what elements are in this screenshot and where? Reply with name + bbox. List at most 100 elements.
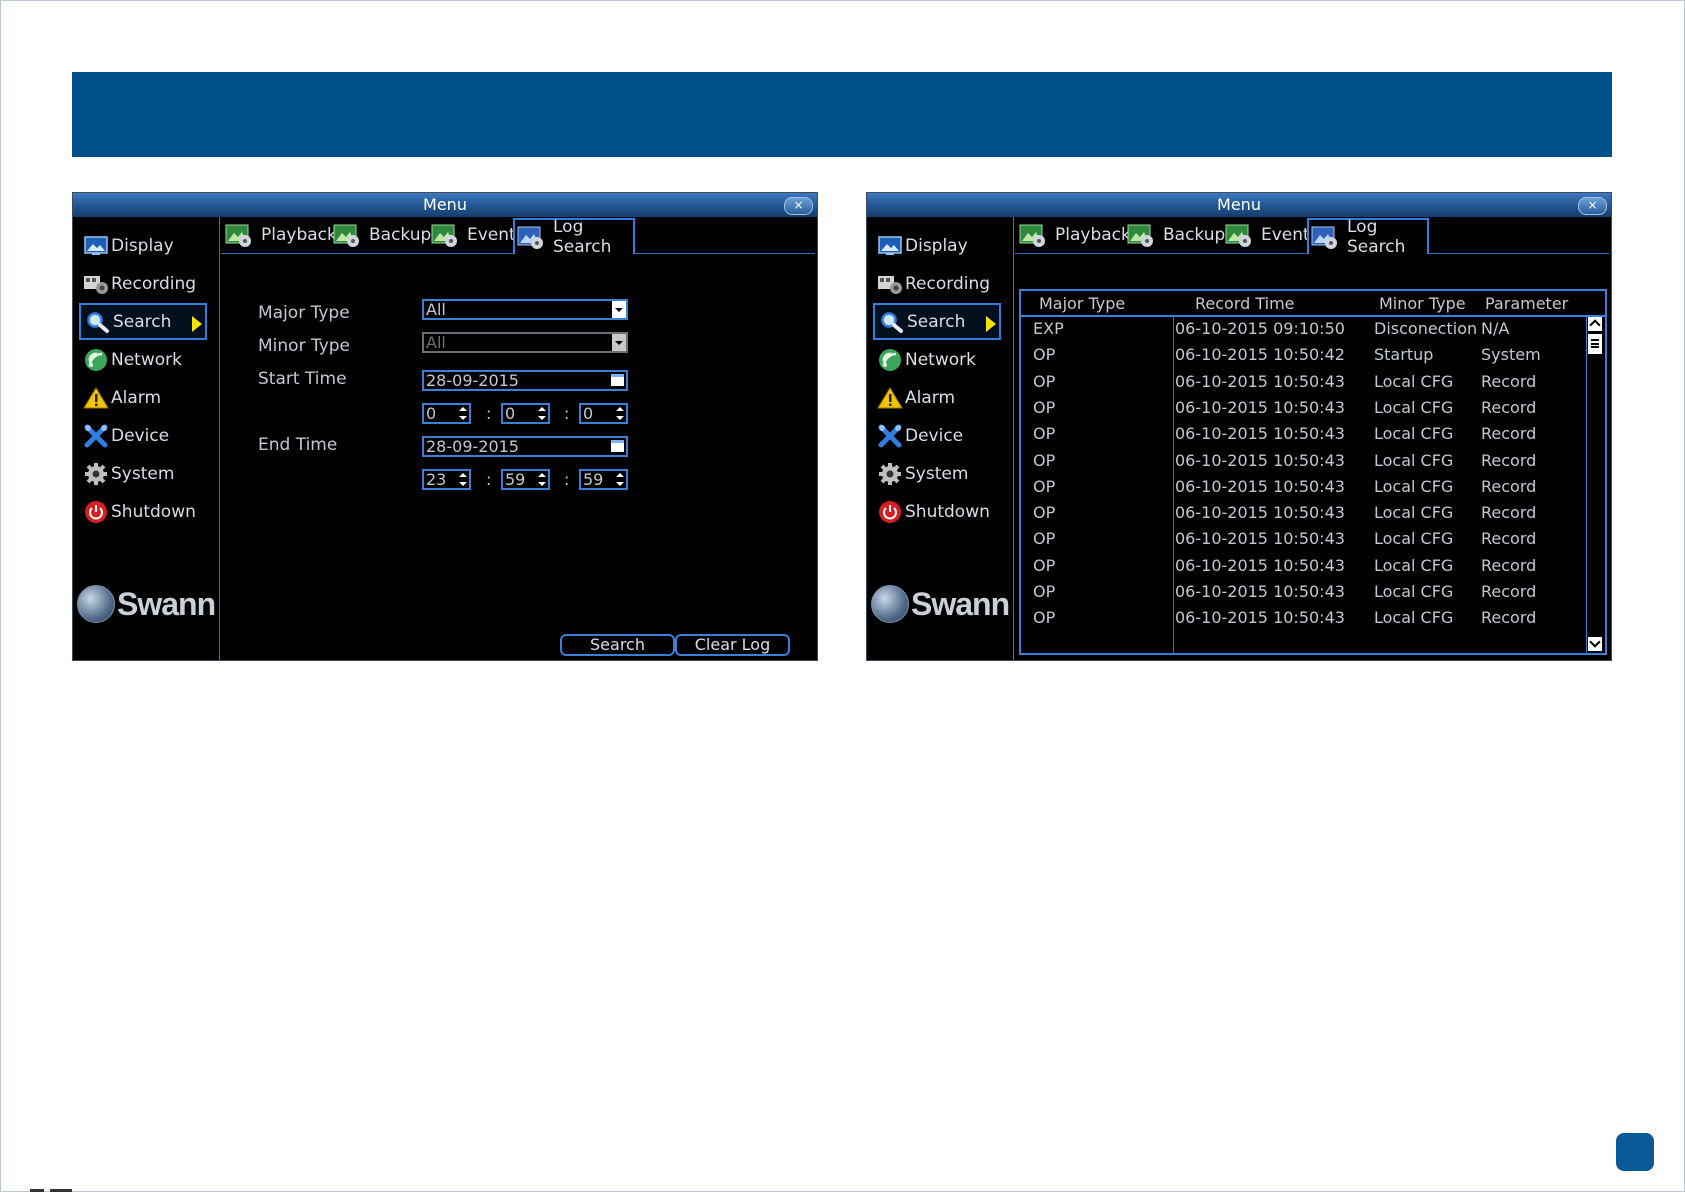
- end-minute-spinner[interactable]: 59: [501, 469, 550, 490]
- table-cell: 06-10-2015 10:50:43: [1175, 608, 1345, 628]
- table-cell: Local CFG: [1374, 397, 1454, 417]
- table-cell: OP: [1033, 555, 1056, 575]
- sidebar-item-label: Search: [907, 311, 966, 332]
- spinner-arrows-icon[interactable]: [459, 406, 467, 421]
- column-header-record-time[interactable]: Record Time: [1195, 294, 1295, 313]
- sidebar-item-alarm[interactable]: Alarm: [873, 379, 1001, 416]
- spinner-arrows-icon[interactable]: [459, 472, 467, 487]
- sidebar-item-system[interactable]: System: [79, 455, 207, 492]
- column-header-major-type[interactable]: Major Type: [1039, 294, 1125, 313]
- search-button[interactable]: Search: [560, 634, 675, 656]
- sidebar-item-network[interactable]: Network: [873, 341, 1001, 378]
- table-cell: 06-10-2015 10:50:42: [1175, 345, 1345, 365]
- sidebar-item-system[interactable]: System: [873, 455, 1001, 492]
- sidebar-item-device[interactable]: Device: [873, 417, 1001, 454]
- sidebar-item-label: System: [111, 463, 175, 484]
- tab-event[interactable]: Event: [1223, 218, 1310, 252]
- sidebar-item-device[interactable]: Device: [79, 417, 207, 454]
- window-title: Menu: [1217, 195, 1261, 214]
- clear-log-button[interactable]: Clear Log: [675, 634, 790, 656]
- table-cell: OP: [1033, 345, 1056, 365]
- close-button[interactable]: ×: [784, 197, 813, 215]
- table-row[interactable]: OP 06-10-2015 10:50:43 Local CFG Record: [1021, 422, 1587, 448]
- page-number-badge: [1616, 1133, 1654, 1171]
- tab-playback[interactable]: Playback: [223, 218, 337, 252]
- swann-logo: Swann: [871, 585, 1010, 623]
- calendar-icon[interactable]: [611, 440, 624, 452]
- table-cell: OP: [1033, 424, 1056, 444]
- header-banner: [72, 72, 1612, 157]
- table-row[interactable]: OP 06-10-2015 10:50:43 Local CFG Record: [1021, 396, 1587, 422]
- column-header-minor-type[interactable]: Minor Type: [1379, 294, 1466, 313]
- sidebar-item-search[interactable]: Search: [79, 303, 207, 340]
- major-type-select[interactable]: All: [422, 299, 628, 320]
- sidebar-item-label: Alarm: [905, 387, 956, 408]
- end-second-spinner[interactable]: 59: [579, 469, 628, 490]
- table-row[interactable]: OP 06-10-2015 10:50:43 Local CFG Record: [1021, 501, 1587, 527]
- tab-log-search[interactable]: Log Search: [513, 217, 635, 257]
- window-titlebar: Menu ×: [867, 193, 1611, 217]
- table-cell: Local CFG: [1374, 608, 1454, 628]
- chevron-down-icon[interactable]: [612, 301, 626, 318]
- spinner-arrows-icon[interactable]: [616, 406, 624, 421]
- minor-type-select[interactable]: All: [422, 332, 628, 353]
- table-cell: Local CFG: [1374, 476, 1454, 496]
- start-minute-spinner[interactable]: 0: [501, 403, 550, 424]
- table-cell: Record: [1481, 608, 1537, 628]
- end-hour-spinner[interactable]: 23: [422, 469, 471, 490]
- spinner-arrows-icon[interactable]: [616, 472, 624, 487]
- table-cell: OP: [1033, 582, 1056, 601]
- sidebar-item-alarm[interactable]: Alarm: [79, 379, 207, 416]
- table-row[interactable]: OP 06-10-2015 10:50:43 Local CFG Record: [1021, 475, 1587, 501]
- sidebar-item-recording[interactable]: Recording: [79, 265, 207, 302]
- active-arrow-icon: [986, 316, 996, 332]
- start-date-field[interactable]: 28-09-2015: [422, 370, 628, 391]
- tab-backup[interactable]: Backup: [331, 218, 431, 252]
- calendar-icon[interactable]: [611, 374, 624, 386]
- table-row[interactable]: OP 06-10-2015 10:50:43 Local CFG Record: [1021, 606, 1587, 632]
- sidebar-item-label: Network: [905, 349, 976, 370]
- close-button[interactable]: ×: [1578, 197, 1607, 215]
- table-cell: 06-10-2015 10:50:43: [1175, 555, 1345, 575]
- tab-event[interactable]: Event: [429, 218, 516, 252]
- table-cell: 06-10-2015 10:50:43: [1175, 582, 1345, 601]
- scroll-down-icon[interactable]: [1588, 637, 1602, 651]
- sidebar-item-recording[interactable]: Recording: [873, 265, 1001, 302]
- table-cell: Local CFG: [1374, 503, 1454, 523]
- table-row[interactable]: OP 06-10-2015 10:50:43 Local CFG Record: [1021, 580, 1587, 606]
- spinner-arrows-icon[interactable]: [538, 472, 546, 487]
- sidebar-item-label: Display: [111, 235, 174, 256]
- scroll-up-icon[interactable]: [1588, 317, 1602, 331]
- table-row[interactable]: EXP 06-10-2015 09:10:50 Disconection N/A: [1021, 317, 1587, 343]
- start-hour-spinner[interactable]: 0: [422, 403, 471, 424]
- tab-log-search[interactable]: Log Search: [1307, 217, 1429, 257]
- sidebar-item-label: Search: [113, 311, 172, 332]
- tab-playback[interactable]: Playback: [1017, 218, 1131, 252]
- sidebar-item-search[interactable]: Search: [873, 303, 1001, 340]
- table-row[interactable]: OP 06-10-2015 10:50:42 Startup System: [1021, 343, 1587, 369]
- start-second-spinner[interactable]: 0: [579, 403, 628, 424]
- network-icon: [83, 348, 109, 372]
- chevron-down-icon[interactable]: [612, 334, 626, 351]
- sidebar-item-display[interactable]: Display: [873, 227, 1001, 264]
- sidebar-item-network[interactable]: Network: [79, 341, 207, 378]
- tab-backup[interactable]: Backup: [1125, 218, 1225, 252]
- table-row[interactable]: OP 06-10-2015 10:50:43 Local CFG Record: [1021, 554, 1587, 580]
- time-separator: :: [564, 404, 570, 423]
- sidebar-item-display[interactable]: Display: [79, 227, 207, 264]
- table-row[interactable]: OP 06-10-2015 10:50:43 Local CFG Record: [1021, 527, 1587, 553]
- scroll-thumb[interactable]: [1588, 334, 1602, 354]
- table-row[interactable]: OP 06-10-2015 10:50:43 Local CFG Record: [1021, 449, 1587, 475]
- start-minute-value: 0: [505, 404, 516, 423]
- tab-bar: Playback Backup Event Log Search: [1015, 217, 1609, 257]
- table-row[interactable]: OP 06-10-2015 10:50:43 Local CFG Record: [1021, 370, 1587, 396]
- sidebar-item-shutdown[interactable]: Shutdown: [79, 493, 207, 530]
- swann-globe-icon: [871, 585, 909, 623]
- display-icon: [83, 234, 109, 258]
- column-header-parameter[interactable]: Parameter: [1485, 294, 1568, 313]
- scrollbar[interactable]: [1586, 315, 1605, 653]
- spinner-arrows-icon[interactable]: [538, 406, 546, 421]
- sidebar-item-shutdown[interactable]: Shutdown: [873, 493, 1001, 530]
- end-date-field[interactable]: 28-09-2015: [422, 436, 628, 457]
- table-cell: 06-10-2015 10:50:43: [1175, 397, 1345, 417]
